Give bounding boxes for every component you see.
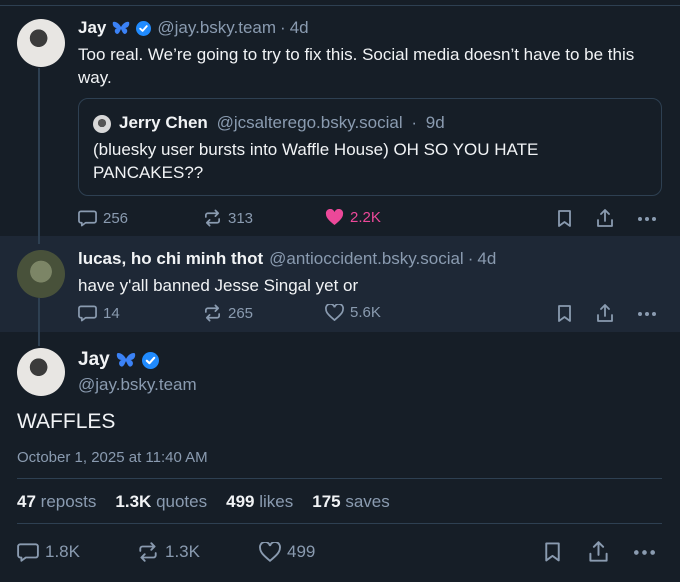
post-header: Jay @jay.bsky.team · 4d <box>78 18 309 38</box>
quote-post[interactable]: Jerry Chen @jcsalterego.bsky.social · 9d… <box>78 98 662 196</box>
author-handle[interactable]: @jay.bsky.team <box>157 18 276 38</box>
verified-icon <box>136 20 152 36</box>
share-icon <box>597 304 613 322</box>
like-button[interactable]: 5.6K <box>325 304 381 321</box>
reply-count: 256 <box>103 209 129 227</box>
reply-button[interactable]: 1.8K <box>17 542 80 562</box>
butterfly-icon <box>116 351 136 369</box>
author-handle[interactable]: @jay.bsky.team <box>78 375 197 395</box>
post-age[interactable]: 4d <box>477 249 496 269</box>
like-count: 499 <box>287 542 316 561</box>
more-icon <box>638 217 656 221</box>
engagement-stats: 47 reposts 1.3K quotes 499 likes 175 sav… <box>17 492 409 512</box>
quote-text: (bluesky user bursts into Waffle House) … <box>93 140 539 182</box>
repost-count: 1.3K <box>165 542 200 561</box>
repost-button[interactable]: 313 <box>203 209 253 227</box>
reposts-label: reposts <box>40 492 97 511</box>
repost-count: 265 <box>228 304 254 322</box>
like-icon <box>259 542 281 562</box>
reply-icon <box>78 305 97 322</box>
avatar[interactable] <box>17 348 65 396</box>
quote-author-handle: @jcsalterego.bsky.social <box>216 113 403 132</box>
divider <box>17 478 662 479</box>
saves-label: saves <box>345 492 390 511</box>
butterfly-icon <box>112 20 130 36</box>
more-button[interactable] <box>638 312 656 316</box>
bookmark-button[interactable] <box>557 210 572 228</box>
more-icon <box>634 550 655 555</box>
bookmark-icon <box>558 210 571 227</box>
bookmark-button[interactable] <box>557 305 572 323</box>
bookmark-button[interactable] <box>544 542 561 563</box>
share-button[interactable] <box>596 304 614 323</box>
post-actions: 256 313 2.2K <box>0 207 680 231</box>
reply-button[interactable]: 14 <box>78 304 120 322</box>
repost-icon <box>204 304 221 322</box>
share-button[interactable] <box>588 541 609 563</box>
likes-label: likes <box>259 492 294 511</box>
quotes-count: 1.3K <box>115 492 152 511</box>
top-divider <box>0 5 680 6</box>
author-handle[interactable]: @antioccident.bsky.social <box>269 249 464 269</box>
separator-dot: · <box>411 113 418 132</box>
avatar[interactable] <box>17 250 65 298</box>
author-name[interactable]: Jay <box>78 349 110 371</box>
separator-dot: · <box>280 18 286 37</box>
reply-icon <box>17 543 39 562</box>
author-name[interactable]: lucas, ho chi minh thot <box>78 249 263 269</box>
like-icon <box>325 209 344 226</box>
reposts-stat[interactable]: 47 reposts <box>17 492 96 512</box>
repost-button[interactable]: 265 <box>203 304 253 322</box>
saves-stat[interactable]: 175 saves <box>312 492 390 512</box>
like-button[interactable]: 499 <box>259 542 315 562</box>
post-timestamp[interactable]: October 1, 2025 at 11:40 AM <box>17 449 208 466</box>
more-icon <box>638 312 656 316</box>
more-button[interactable] <box>634 550 655 555</box>
repost-icon <box>204 209 221 227</box>
repost-icon <box>139 542 157 562</box>
bookmark-icon <box>558 305 571 322</box>
repost-count: 313 <box>228 209 254 227</box>
quote-header: Jerry Chen @jcsalterego.bsky.social · 9d <box>119 113 445 133</box>
like-count: 2.2K <box>350 209 381 226</box>
quotes-stat[interactable]: 1.3K quotes <box>115 492 207 512</box>
verified-icon <box>141 351 159 369</box>
post-header: lucas, ho chi minh thot @antioccident.bs… <box>78 249 496 269</box>
post-actions: 14 265 5.6K <box>0 302 680 326</box>
post-text: have y'all banned Jesse Singal yet or <box>78 276 359 295</box>
reposts-count: 47 <box>17 492 36 511</box>
avatar[interactable] <box>17 19 65 67</box>
likes-count: 499 <box>226 492 255 511</box>
bookmark-icon <box>545 542 560 562</box>
quote-avatar <box>93 115 111 133</box>
likes-stat[interactable]: 499 likes <box>226 492 293 512</box>
like-icon <box>325 304 344 321</box>
share-icon <box>597 209 613 227</box>
quote-age: 9d <box>425 113 445 132</box>
more-button[interactable] <box>638 217 656 221</box>
author-name[interactable]: Jay <box>78 18 106 38</box>
quotes-label: quotes <box>156 492 208 511</box>
separator-dot: · <box>467 249 474 268</box>
post-age[interactable]: 4d <box>290 18 309 38</box>
quote-author-name: Jerry Chen <box>119 113 208 132</box>
like-count: 5.6K <box>350 304 381 321</box>
share-icon <box>589 541 608 562</box>
reply-count: 14 <box>103 304 120 322</box>
post-text: Too real. We’re going to try to fix this… <box>78 45 635 87</box>
reply-icon <box>78 210 97 227</box>
repost-button[interactable]: 1.3K <box>137 542 200 562</box>
like-button[interactable]: 2.2K <box>325 209 381 226</box>
post-header: Jay <box>78 349 159 371</box>
share-button[interactable] <box>596 209 614 228</box>
post-text: WAFFLES <box>17 410 116 433</box>
reply-count: 1.8K <box>45 542 80 561</box>
saves-count: 175 <box>312 492 341 511</box>
reply-button[interactable]: 256 <box>78 209 128 227</box>
divider <box>17 523 662 524</box>
